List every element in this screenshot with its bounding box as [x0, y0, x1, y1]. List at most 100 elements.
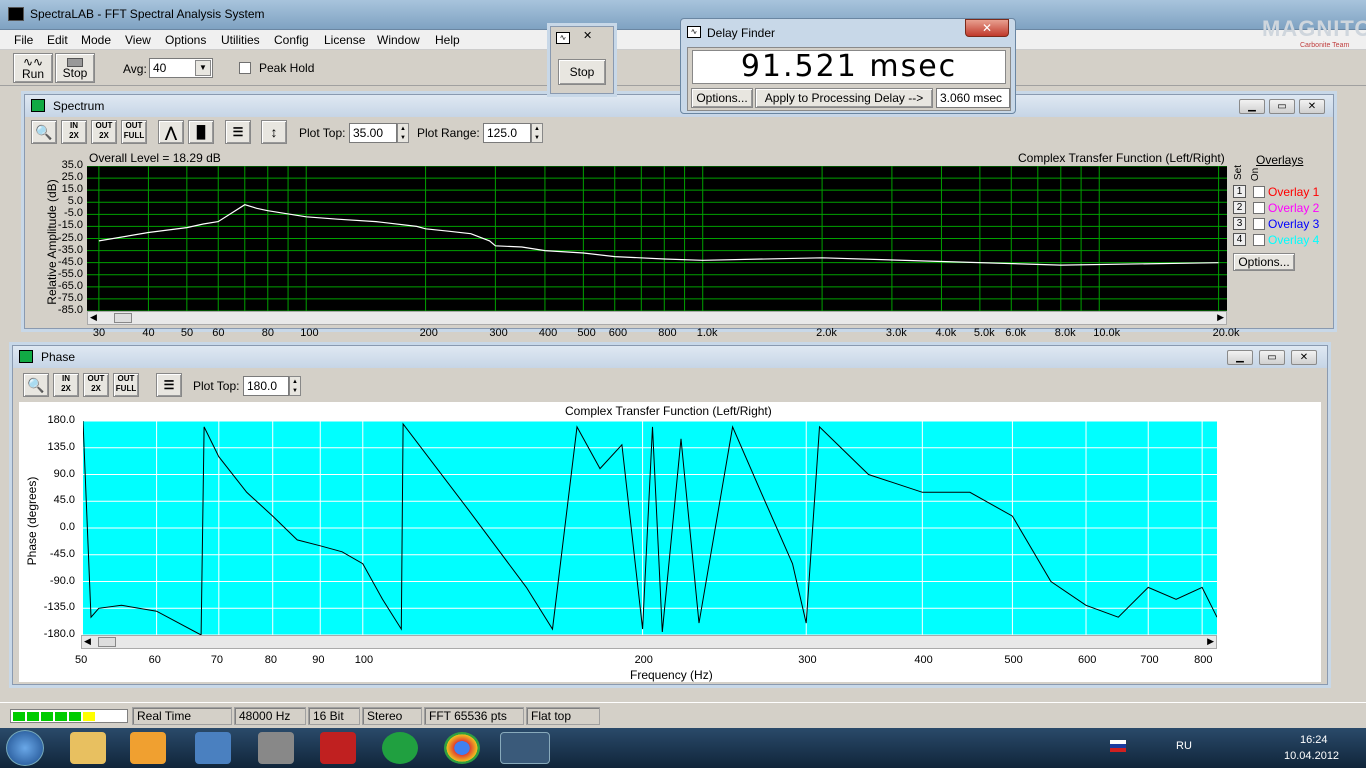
- overlay-set-label: Set: [1233, 164, 1245, 181]
- line-mode-icon[interactable]: ⋀: [158, 120, 184, 144]
- spectrum-y-tick: -45.0: [57, 255, 83, 268]
- taskbar: RU 16:24 10.04.2012: [0, 728, 1366, 768]
- close-button[interactable]: ✕: [1299, 99, 1325, 114]
- phase-x-tick: 400: [914, 654, 933, 666]
- menu-file[interactable]: File: [14, 33, 33, 47]
- spectrum-scrollbar[interactable]: ◀ ▶: [87, 311, 1227, 325]
- apply-delay-button[interactable]: Apply to Processing Delay -->: [755, 88, 933, 108]
- spectrum-x-tick: 5.0k: [973, 327, 995, 339]
- zoom-out-full-icon[interactable]: OUT FULL: [121, 120, 147, 144]
- phase-plot-top-spinner[interactable]: ▲ ▼: [289, 376, 301, 396]
- clock-time[interactable]: 16:24: [1300, 734, 1328, 746]
- menu-options[interactable]: Options: [165, 33, 206, 47]
- plot-top-input[interactable]: 35.00: [349, 123, 397, 143]
- spectralab-task-icon[interactable]: [500, 732, 550, 764]
- spectrum-x-tick: 300: [489, 327, 508, 339]
- explorer-icon[interactable]: [70, 732, 106, 764]
- menu-help[interactable]: Help: [435, 33, 460, 47]
- plot-range-spinner[interactable]: ▲ ▼: [531, 123, 543, 143]
- zoom-icon[interactable]: 🔍: [31, 120, 57, 144]
- menu-config[interactable]: Config: [274, 33, 309, 47]
- stop-button[interactable]: Stop: [55, 53, 95, 83]
- clock-date[interactable]: 10.04.2012: [1284, 750, 1339, 762]
- control-panel-icon[interactable]: [195, 732, 231, 764]
- zoom-in-2x-icon[interactable]: IN 2X: [53, 373, 79, 397]
- minimize-button[interactable]: ▁: [1239, 99, 1265, 114]
- phase-plot-top-label: Plot Top:: [193, 379, 240, 393]
- spectrum-y-tick: 5.0: [67, 195, 83, 208]
- overlay-set-button[interactable]: 4: [1233, 233, 1246, 246]
- phase-y-tick: 180.0: [47, 414, 75, 426]
- run-button[interactable]: ∿∿ Run: [13, 53, 53, 83]
- start-button[interactable]: [6, 730, 44, 766]
- status-mode: Real Time: [132, 707, 232, 725]
- menu-utilities[interactable]: Utilities: [221, 33, 260, 47]
- spectrum-title: Spectrum: [53, 99, 105, 113]
- mail-icon[interactable]: [382, 732, 418, 764]
- spectrum-y-tick: 15.0: [61, 183, 83, 196]
- overlay-on-checkbox[interactable]: [1253, 234, 1265, 246]
- spectrum-plot[interactable]: [87, 166, 1227, 311]
- plot-range-input[interactable]: 125.0: [483, 123, 531, 143]
- spectrum-x-tick: 80: [261, 327, 275, 339]
- maximize-button[interactable]: ▭: [1259, 350, 1285, 365]
- phase-x-tick: 800: [1194, 654, 1213, 666]
- phase-x-tick: 60: [148, 654, 161, 666]
- scale-icon[interactable]: ↕: [261, 120, 287, 144]
- menu-edit[interactable]: Edit: [47, 33, 68, 47]
- bar-mode-icon[interactable]: ▐▌: [188, 120, 214, 144]
- plot-top-spinner[interactable]: ▲ ▼: [397, 123, 409, 143]
- overlay-set-button[interactable]: 1: [1233, 185, 1246, 198]
- scroll-left-icon[interactable]: ◀: [90, 312, 97, 323]
- scroll-thumb[interactable]: [114, 313, 132, 323]
- zoom-in-2x-icon[interactable]: IN 2X: [61, 120, 87, 144]
- status-bar: Real Time 48000 Hz 16 Bit Stereo FFT 655…: [0, 702, 1366, 728]
- delay-options-button[interactable]: Options...: [691, 88, 753, 108]
- zoom-out-2x-icon[interactable]: OUT 2X: [91, 120, 117, 144]
- language-indicator[interactable]: RU: [1176, 740, 1192, 752]
- avg-select[interactable]: 40 ▼: [149, 58, 213, 78]
- scroll-right-icon[interactable]: ▶: [1207, 636, 1214, 647]
- scroll-thumb[interactable]: [98, 637, 116, 647]
- phase-plot-top-input[interactable]: 180.0: [243, 376, 289, 396]
- close-button[interactable]: ✕: [1291, 350, 1317, 365]
- properties-icon[interactable]: ☰: [225, 120, 251, 144]
- zoom-out-2x-icon[interactable]: OUT 2X: [83, 373, 109, 397]
- overlay-on-checkbox[interactable]: [1253, 218, 1265, 230]
- phase-plot[interactable]: [83, 421, 1217, 635]
- minimize-button[interactable]: ▁: [1227, 350, 1253, 365]
- overlay-set-button[interactable]: 3: [1233, 217, 1246, 230]
- scroll-left-icon[interactable]: ◀: [84, 636, 91, 647]
- acrobat-icon[interactable]: [320, 732, 356, 764]
- app-icon[interactable]: [258, 732, 294, 764]
- overlay-on-checkbox[interactable]: [1253, 202, 1265, 214]
- menu-view[interactable]: View: [125, 33, 151, 47]
- dropdown-arrow-icon[interactable]: ▼: [195, 60, 211, 76]
- menu-license[interactable]: License: [324, 33, 365, 47]
- overlay-options-button[interactable]: Options...: [1233, 253, 1295, 271]
- overlay-label: Overlay 1: [1268, 185, 1320, 199]
- phase-y-tick: 45.0: [53, 494, 75, 507]
- spectrum-y-tick: -15.0: [57, 219, 83, 232]
- maximize-button[interactable]: ▭: [1269, 99, 1295, 114]
- spectrum-y-tick: -65.0: [57, 279, 83, 292]
- zoom-out-full-icon[interactable]: OUT FULL: [113, 373, 139, 397]
- close-button[interactable]: ✕: [965, 19, 1009, 37]
- overlay-on-checkbox[interactable]: [1253, 186, 1265, 198]
- chrome-icon[interactable]: [444, 732, 480, 764]
- menu-mode[interactable]: Mode: [81, 33, 111, 47]
- phase-x-tick: 90: [312, 654, 325, 666]
- menu-window[interactable]: Window: [377, 33, 420, 47]
- delay-value-field[interactable]: 3.060 msec: [936, 88, 1010, 108]
- phase-scrollbar[interactable]: ◀ ▶: [81, 635, 1217, 649]
- peak-hold-checkbox[interactable]: [239, 62, 251, 74]
- stop-window-stop-button[interactable]: Stop: [558, 59, 606, 85]
- close-icon[interactable]: ✕: [583, 29, 592, 42]
- media-player-icon[interactable]: [130, 732, 166, 764]
- window-title: SpectraLAB - FFT Spectral Analysis Syste…: [30, 7, 265, 21]
- spectrum-title-bar: Spectrum ▁ ▭ ✕: [25, 95, 1333, 117]
- zoom-icon[interactable]: 🔍: [23, 373, 49, 397]
- properties-icon[interactable]: ☰: [156, 373, 182, 397]
- overlay-set-button[interactable]: 2: [1233, 201, 1246, 214]
- scroll-right-icon[interactable]: ▶: [1217, 312, 1224, 323]
